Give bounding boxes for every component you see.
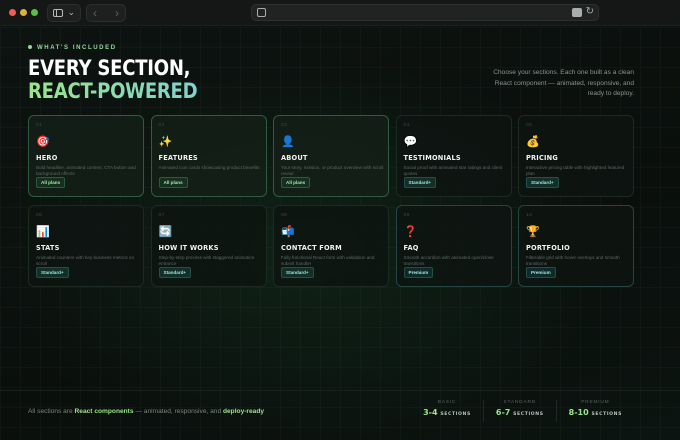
plan-badge: Standard+ — [158, 267, 192, 278]
section-title: HOW IT WORKS — [158, 244, 219, 252]
section-number: 07 — [158, 213, 165, 218]
section-description: Fully functional React form with validat… — [281, 255, 375, 267]
browser-toolbar: ⌄ ‹ › ↻ — [0, 0, 680, 26]
tier-unit: SECTIONS — [591, 412, 622, 417]
section-card-how-it-works[interactable]: 07 🔄 HOW IT WORKS Step-by-step process with… — [150, 205, 267, 287]
section-card-contact-form[interactable]: 08 📬 CONTACT FORM Fully functional React fo… — [273, 205, 389, 287]
page-settings-icon[interactable] — [257, 8, 266, 17]
section-description: Animated counters with key business metr… — [36, 255, 135, 267]
section-number: 02 — [158, 123, 165, 128]
section-card-stats[interactable]: 06 📊 STATS Animated counters with key busin… — [28, 205, 144, 287]
tier-value: 8-10 SECTIONS — [568, 408, 622, 417]
section-title: FEATURES — [158, 154, 198, 162]
target-icon: 🎯 — [36, 135, 50, 148]
section-title: STATS — [36, 244, 60, 252]
tier-premium: PREMIUM 8-10 SECTIONS — [555, 400, 634, 422]
tier-standard: STANDARD 6-7 SECTIONS — [482, 400, 556, 422]
footer-highlight-react: React components — [74, 408, 134, 415]
bar-chart-icon: 📊 — [36, 225, 50, 238]
tier-basic: BASIC 3-4 SECTIONS — [411, 400, 483, 422]
forward-button[interactable]: › — [115, 6, 119, 20]
cycle-icon: 🔄 — [158, 225, 173, 238]
page-title: EVERY SECTION, REACT-POWERED — [28, 57, 225, 103]
section-title: CONTACT FORM — [281, 244, 342, 252]
trophy-icon: 🏆 — [526, 225, 540, 238]
mailbox-icon: 📬 — [281, 225, 295, 238]
section-title: ABOUT — [281, 154, 308, 162]
section-card-features[interactable]: 02 ✨ FEATURES Animated icon cards showcasin… — [150, 115, 267, 197]
reload-icon[interactable]: ↻ — [586, 6, 594, 17]
section-number: 03 — [281, 123, 288, 128]
close-window-button[interactable] — [9, 9, 16, 16]
section-number: 04 — [403, 123, 410, 128]
section-title: PORTFOLIO — [526, 244, 570, 252]
footer-highlight-deploy: deploy-ready — [222, 408, 265, 415]
back-button[interactable]: ‹ — [93, 6, 97, 20]
section-description: Bold headline, animated content, CTA but… — [36, 165, 136, 177]
section-description: Smooth accordion with animated open/clos… — [403, 255, 494, 267]
sidebar-toggle-button[interactable]: ⌄ — [47, 4, 81, 22]
section-description: Animated icon cards showcasing product b… — [158, 165, 260, 170]
plan-badge: All plans — [36, 177, 66, 188]
title-line-2: REACT-POWERED — [28, 79, 198, 103]
section-number: 01 — [36, 123, 43, 128]
section-title: PRICING — [526, 154, 558, 162]
sidebar-icon — [53, 9, 63, 17]
section-eyebrow: WHAT'S INCLUDED — [28, 45, 117, 51]
money-bag-icon: 💰 — [526, 135, 540, 148]
section-number: 08 — [281, 213, 288, 218]
section-title: FAQ — [403, 244, 419, 252]
section-number: 06 — [36, 213, 43, 218]
section-description: Filterable grid with hover overlays and … — [526, 255, 620, 267]
speech-bubble-icon: 💬 — [403, 135, 418, 148]
section-number: 10 — [526, 213, 533, 218]
page-content: WHAT'S INCLUDED EVERY SECTION, REACT-POW… — [0, 27, 680, 440]
bullet-dot — [28, 45, 32, 50]
intro-text: Choose your sections. Each one built as … — [493, 69, 634, 97]
plan-badge: Premium — [403, 267, 434, 278]
minimize-window-button[interactable] — [20, 9, 27, 16]
title-line-1: EVERY SECTION, — [28, 56, 191, 80]
tier-value: 6-7 SECTIONS — [495, 408, 544, 417]
section-title: TESTIMONIALS — [403, 154, 461, 162]
section-card-pricing[interactable]: 05 💰 PRICING Interactive pricing table with… — [518, 115, 634, 197]
section-title: HERO — [36, 154, 58, 162]
tier-name: PREMIUM — [581, 400, 610, 405]
chevron-down-icon: ⌄ — [67, 7, 75, 17]
zoom-window-button[interactable] — [31, 9, 38, 16]
plan-badge: Standard+ — [36, 267, 69, 278]
section-card-faq[interactable]: 09 ❓ FAQ Smooth accordion with animated ope… — [395, 205, 512, 287]
section-description: Step-by-step process with staggered anim… — [158, 255, 255, 267]
plan-badge: Standard+ — [403, 177, 437, 188]
tier-name: BASIC — [437, 400, 457, 405]
address-bar[interactable]: ↻ — [251, 4, 599, 21]
section-description: Social proof with animated star ratings … — [403, 165, 503, 177]
person-icon: 👤 — [281, 135, 295, 148]
tier-unit: SECTIONS — [440, 412, 471, 417]
question-mark-icon: ❓ — [403, 225, 418, 238]
footer-text: All sections are React components — anim… — [28, 408, 265, 415]
section-description: Interactive pricing table with highlight… — [526, 165, 625, 177]
tier-name: STANDARD — [503, 400, 536, 405]
section-card-testimonials[interactable]: 04 💬 TESTIMONIALS Social proof with animate… — [395, 115, 512, 197]
history-nav: ‹ › — [86, 4, 126, 22]
translate-icon[interactable] — [572, 8, 582, 17]
section-number: 05 — [526, 123, 533, 128]
tier-summary: BASIC 3-4 SECTIONS STANDARD 6-7 SECTIONS PRE… — [411, 400, 634, 422]
section-card-about[interactable]: 03 👤 ABOUT Your story, mission, or product … — [273, 115, 389, 197]
plan-badge: All plans — [281, 177, 311, 188]
plan-badge: Standard+ — [281, 267, 314, 278]
plan-badge: All plans — [158, 177, 188, 188]
plan-badge: Standard+ — [526, 177, 559, 188]
section-description: Your story, mission, or product overview… — [281, 165, 384, 177]
sparkles-icon: ✨ — [158, 135, 173, 148]
section-number: 09 — [403, 213, 410, 218]
page-footer: All sections are React components — anim… — [0, 390, 680, 440]
tier-value: 3-4 SECTIONS — [423, 408, 471, 417]
section-card-hero[interactable]: 01 🎯 HERO Bold headline, animated content, … — [28, 115, 144, 197]
section-card-portfolio[interactable]: 10 🏆 PORTFOLIO Filterable grid with hover o… — [518, 205, 634, 287]
plan-badge: Premium — [526, 267, 556, 278]
tier-unit: SECTIONS — [513, 412, 544, 417]
